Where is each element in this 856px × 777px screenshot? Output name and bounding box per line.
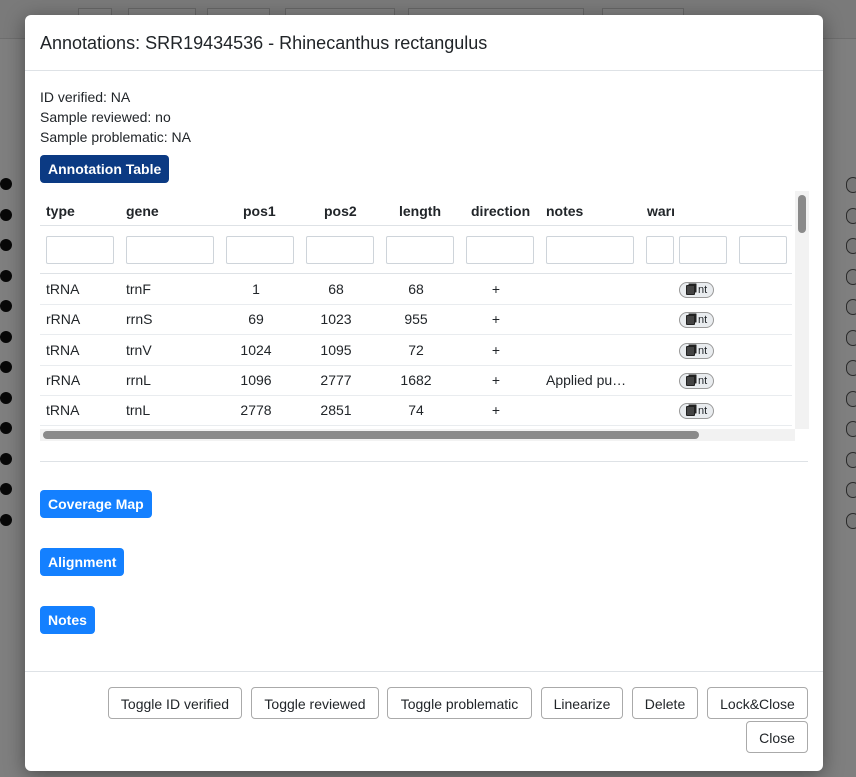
filter-warnings-input[interactable] xyxy=(646,236,674,264)
cell-gene: trnF xyxy=(126,281,151,297)
cell-type: tRNA xyxy=(46,341,80,358)
toggle-id-verified-button[interactable]: Toggle ID verified xyxy=(108,687,242,719)
cell-pos2: 1023 xyxy=(320,311,352,328)
filter-length-input[interactable] xyxy=(386,236,454,264)
cell-type: rRNA xyxy=(46,311,81,328)
copy-nt-button[interactable]: nt xyxy=(679,372,715,389)
col-header-type[interactable]: type xyxy=(46,203,75,219)
cell-type: tRNA xyxy=(46,281,80,297)
table-row[interactable]: rRNA rrnL 1096 2777 1682 + Applied pu… nt xyxy=(40,365,792,396)
copy-icon xyxy=(686,375,695,386)
cell-pos2: 2851 xyxy=(320,402,352,419)
cell-length: 955 xyxy=(404,311,428,328)
cell-gene: trnL xyxy=(126,402,151,419)
section-divider xyxy=(40,461,808,462)
table-row[interactable]: tRNA trnV 1024 1095 72 + nt xyxy=(40,335,792,366)
cell-pos2: 1095 xyxy=(320,341,352,358)
copy-nt-label: nt xyxy=(698,314,708,327)
toggle-reviewed-button[interactable]: Toggle reviewed xyxy=(251,687,379,719)
cell-gene: rrnS xyxy=(126,311,153,328)
filter-aa-input[interactable] xyxy=(739,236,787,264)
copy-icon xyxy=(686,345,695,356)
cell-pos2: 68 xyxy=(328,281,344,297)
table-row[interactable]: rRNA rrnS 69 1023 955 + nt xyxy=(40,304,792,336)
annotations-modal: Annotations: SRR19434536 - Rhinecanthus … xyxy=(25,15,823,771)
col-header-warnings[interactable]: warr xyxy=(647,203,674,219)
copy-nt-label: nt xyxy=(698,284,708,296)
filter-pos1-input[interactable] xyxy=(226,236,294,264)
notes-button[interactable]: Notes xyxy=(40,606,95,634)
cell-pos1: 1096 xyxy=(240,371,272,388)
copy-nt-label: nt xyxy=(698,405,708,418)
cell-direction: + xyxy=(491,281,501,297)
table-row[interactable]: tRNA trnL 2778 2851 74 + nt xyxy=(40,395,792,427)
copy-icon xyxy=(686,406,695,417)
copy-nt-label: nt xyxy=(698,344,708,357)
copy-icon xyxy=(686,315,695,326)
lock-close-button[interactable]: Lock&Close xyxy=(707,687,808,719)
annotation-table-button[interactable]: Annotation Table xyxy=(40,155,170,183)
cell-direction: + xyxy=(491,341,501,358)
id-verified-text: ID verified: NA xyxy=(40,89,131,105)
vertical-scroll-thumb[interactable] xyxy=(798,195,806,233)
filter-direction-input[interactable] xyxy=(466,236,534,264)
linearize-button[interactable]: Linearize xyxy=(541,687,623,719)
copy-nt-button[interactable]: nt xyxy=(679,282,715,298)
cell-notes: Applied pu… xyxy=(546,371,627,388)
coverage-map-button[interactable]: Coverage Map xyxy=(40,490,152,518)
cell-direction: + xyxy=(491,311,501,328)
cell-pos1: 69 xyxy=(248,311,264,328)
modal-title: Annotations: SRR19434536 - Rhinecanthus … xyxy=(40,33,488,53)
delete-button[interactable]: Delete xyxy=(632,687,698,719)
copy-icon xyxy=(686,285,695,295)
cell-pos2: 2777 xyxy=(320,371,352,388)
col-header-direction[interactable]: direction xyxy=(471,203,530,219)
filter-gene-input[interactable] xyxy=(126,236,214,264)
cell-pos1: 2778 xyxy=(240,402,272,419)
cell-direction: + xyxy=(491,402,501,419)
alignment-button[interactable]: Alignment xyxy=(40,548,125,576)
col-header-pos1[interactable]: pos1 xyxy=(243,203,276,219)
header-divider xyxy=(40,225,792,226)
col-header-gene[interactable]: gene xyxy=(126,203,159,219)
horizontal-scroll-thumb[interactable] xyxy=(43,431,699,439)
cell-pos1: 1 xyxy=(252,281,260,297)
copy-nt-button[interactable]: nt xyxy=(679,342,715,359)
table-vertical-scrollbar[interactable] xyxy=(795,191,809,429)
modal-header: Annotations: SRR19434536 - Rhinecanthus … xyxy=(25,15,823,71)
cell-type: rRNA xyxy=(46,371,81,388)
sample-reviewed-text: Sample reviewed: no xyxy=(40,109,171,125)
cell-gene: trnV xyxy=(126,341,152,358)
cell-length: 1682 xyxy=(400,371,432,388)
copy-nt-button[interactable]: nt xyxy=(679,312,715,329)
cell-length: 68 xyxy=(408,281,424,297)
annotation-table: type gene pos1 pos2 length direction not… xyxy=(40,191,806,429)
filter-nt-input[interactable] xyxy=(679,236,727,264)
cell-direction: + xyxy=(491,371,501,388)
table-horizontal-scrollbar[interactable] xyxy=(40,429,795,441)
filter-type-input[interactable] xyxy=(46,236,114,264)
cell-length: 72 xyxy=(408,341,424,358)
col-header-notes[interactable]: notes xyxy=(546,203,583,219)
col-header-length[interactable]: length xyxy=(399,203,441,219)
close-button[interactable]: Close xyxy=(746,721,808,753)
filter-notes-input[interactable] xyxy=(546,236,634,264)
toggle-problematic-button[interactable]: Toggle problematic xyxy=(387,687,532,719)
footer-divider xyxy=(25,671,823,672)
filter-pos2-input[interactable] xyxy=(306,236,374,264)
cell-gene: rrnL xyxy=(126,371,151,388)
table-row[interactable]: tRNA trnF 1 68 68 + nt xyxy=(40,274,792,305)
cell-type: tRNA xyxy=(46,402,80,419)
copy-nt-label: nt xyxy=(698,374,708,387)
cell-length: 74 xyxy=(408,402,424,419)
sample-problematic-text: Sample problematic: NA xyxy=(40,129,191,145)
col-header-pos2[interactable]: pos2 xyxy=(324,203,357,219)
copy-nt-button[interactable]: nt xyxy=(679,403,715,420)
cell-pos1: 1024 xyxy=(240,341,272,358)
